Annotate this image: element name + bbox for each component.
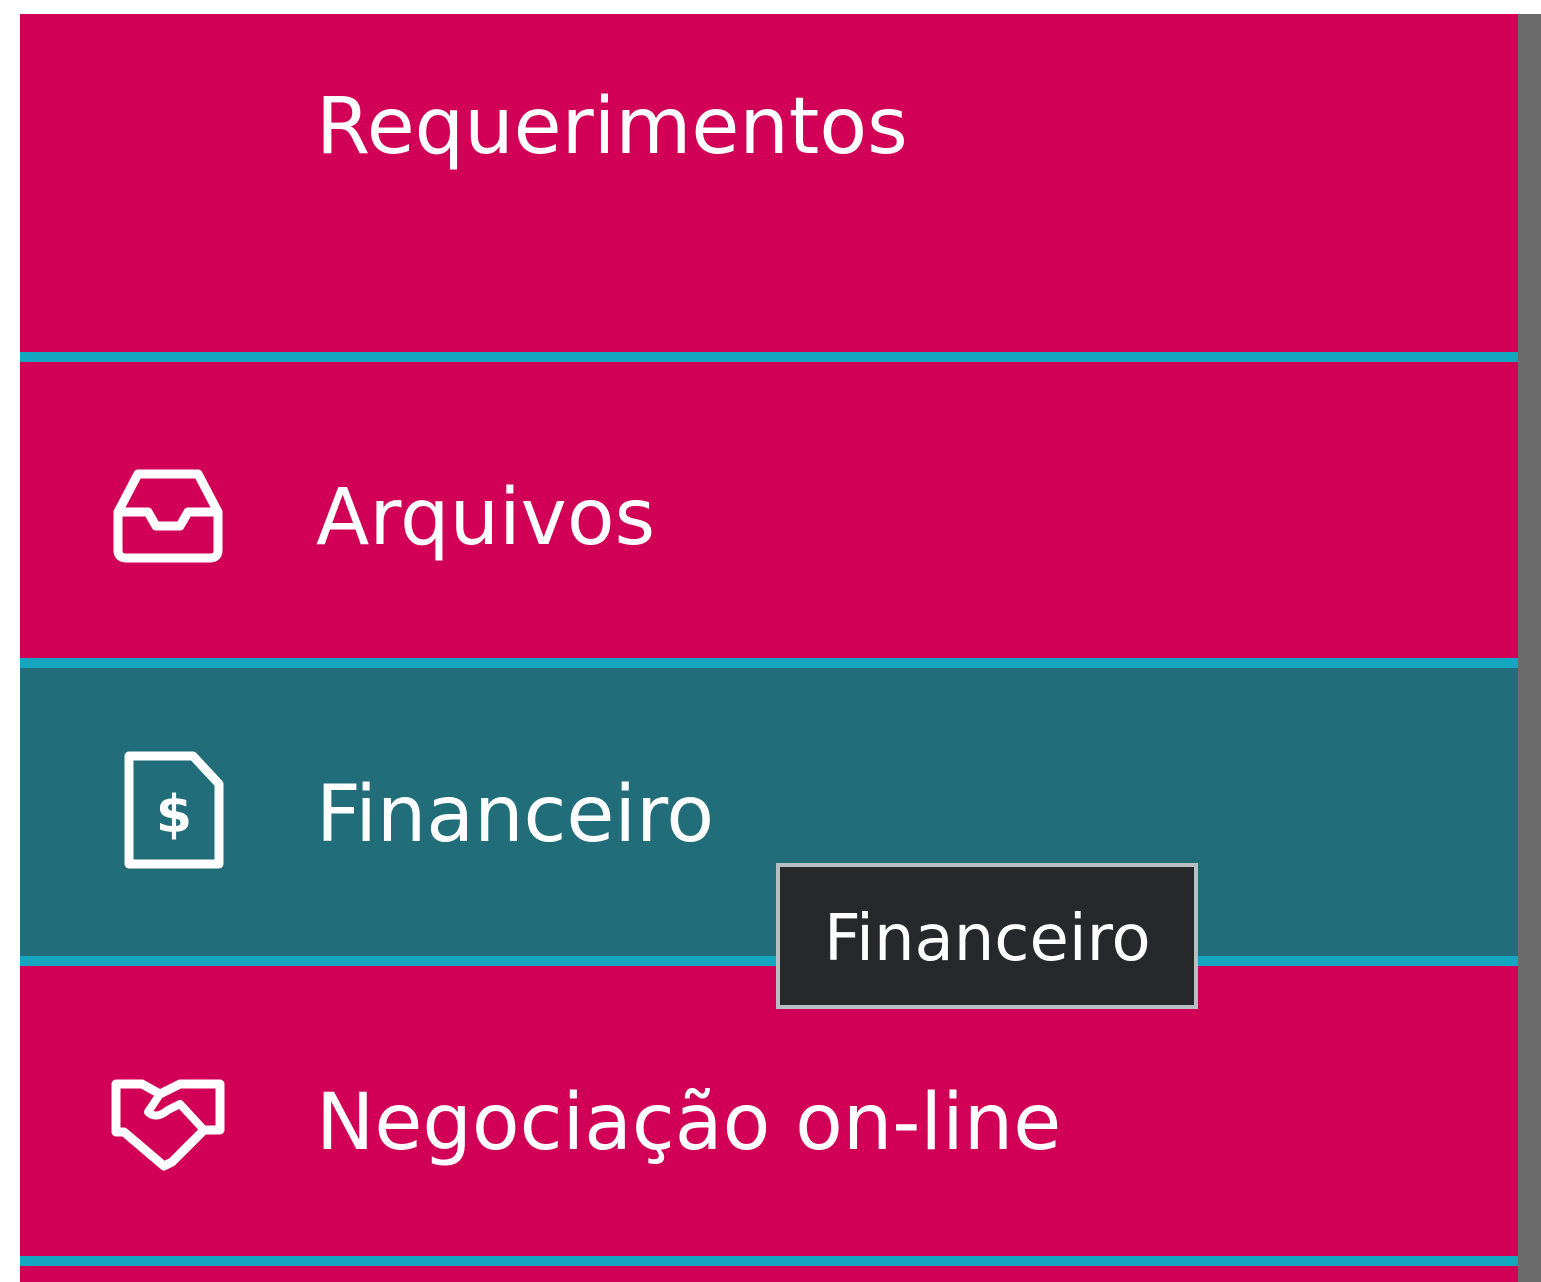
sidebar-item-arquivos[interactable]: Arquivos <box>20 362 1518 658</box>
sidebar-item-label: Requerimentos <box>316 82 908 172</box>
menu-divider <box>20 1256 1518 1266</box>
sidebar-item-label: Negociação on-line <box>316 1078 1062 1168</box>
sidebar-item-label: Financeiro <box>316 770 715 860</box>
app-viewport: Requerimentos Arquivos $ Financeiro Nego… <box>0 0 1541 1282</box>
dollar-document-icon: $ <box>115 750 235 870</box>
menu-divider <box>20 352 1518 362</box>
sidebar-item-negociacao-online[interactable]: Negociação on-line <box>20 966 1518 1256</box>
handshake-icon <box>108 1058 228 1178</box>
sidebar-item-label: Arquivos <box>316 473 656 563</box>
menu-divider <box>20 956 1518 966</box>
sidebar-item-financeiro[interactable]: $ Financeiro <box>20 668 1518 956</box>
svg-text:$: $ <box>156 785 192 845</box>
sidebar-menu: Requerimentos Arquivos $ Financeiro Nego… <box>20 14 1518 1282</box>
page-background-strip <box>1518 14 1541 1282</box>
sidebar-item-requerimentos[interactable]: Requerimentos <box>20 14 1518 352</box>
menu-divider <box>20 658 1518 668</box>
tooltip-text: Financeiro <box>824 902 1151 976</box>
tooltip: Financeiro <box>776 863 1198 1009</box>
inbox-icon <box>108 454 228 574</box>
